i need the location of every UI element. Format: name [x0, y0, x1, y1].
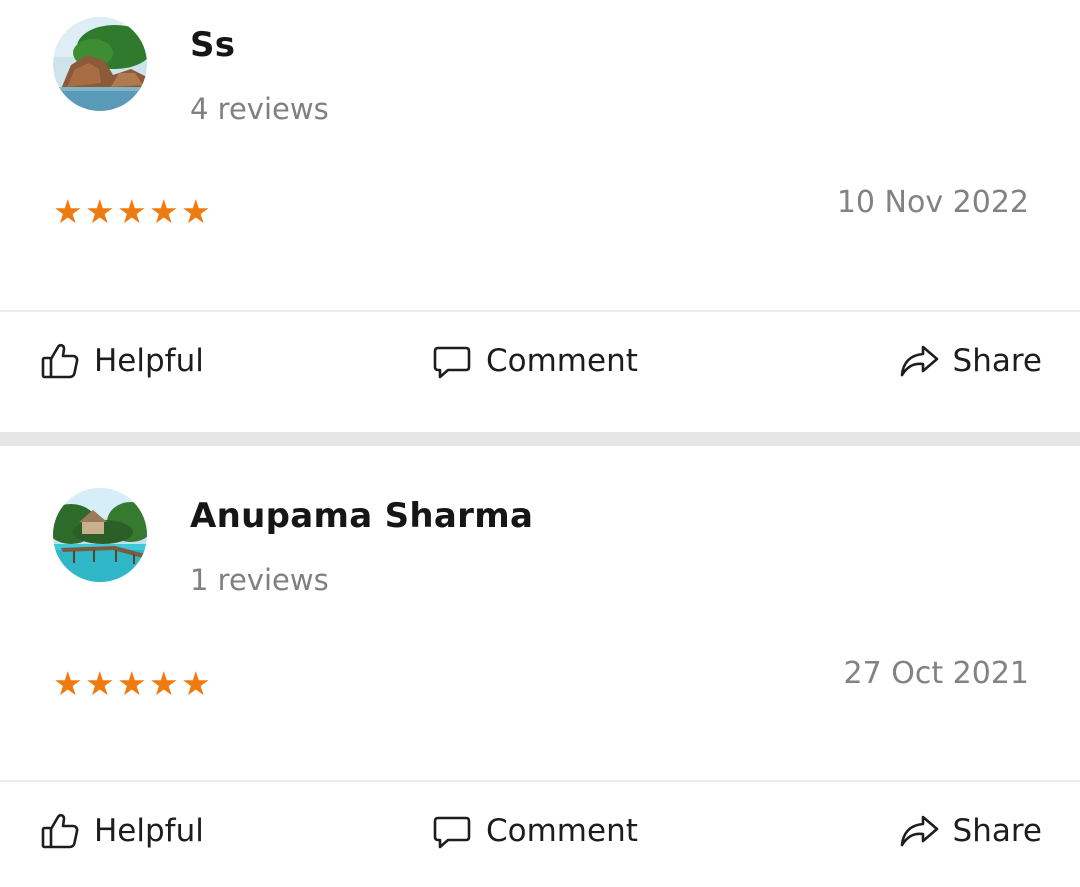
star-icon: ★ — [53, 192, 83, 231]
reviewer-avatar[interactable] — [53, 488, 147, 582]
share-icon — [900, 815, 938, 847]
divider — [0, 310, 1080, 312]
star-rating: ★ ★ ★ ★ ★ — [53, 192, 212, 231]
helpful-label: Helpful — [94, 343, 204, 379]
review-count: 1 reviews — [190, 563, 329, 597]
rocky-beach-avatar — [53, 17, 147, 111]
reviewer-name[interactable]: Anupama Sharma — [190, 496, 533, 536]
review-count: 4 reviews — [190, 92, 329, 126]
star-icon: ★ — [85, 664, 115, 703]
tropical-resort-avatar — [53, 488, 147, 582]
helpful-button[interactable]: Helpful — [40, 786, 204, 876]
reviewer-name[interactable]: Ss — [190, 25, 235, 65]
share-label: Share — [952, 343, 1042, 379]
star-rating: ★ ★ ★ ★ ★ — [53, 664, 212, 703]
star-icon: ★ — [117, 192, 147, 231]
review-actions: Helpful Comment Share — [0, 786, 1080, 876]
comment-icon — [433, 816, 471, 849]
divider — [0, 780, 1080, 782]
reviewer-avatar[interactable] — [53, 17, 147, 111]
share-label: Share — [952, 813, 1042, 849]
review-card: Anupama Sharma 1 reviews ★ ★ ★ ★ ★ 27 Oc… — [0, 446, 1080, 887]
review-date: 27 Oct 2021 — [843, 656, 1029, 691]
share-button[interactable]: Share — [899, 786, 1042, 876]
comment-button[interactable]: Comment — [432, 316, 638, 406]
thumbs-up-icon — [41, 813, 79, 849]
helpful-label: Helpful — [94, 813, 204, 849]
comment-label: Comment — [486, 343, 638, 379]
star-icon: ★ — [181, 664, 211, 703]
thumbs-up-icon — [41, 343, 79, 379]
reviews-list: Ss 4 reviews ★ ★ ★ ★ ★ 10 Nov 2022 Helpf… — [0, 0, 1080, 887]
comment-button[interactable]: Comment — [432, 786, 638, 876]
review-date: 10 Nov 2022 — [836, 185, 1029, 220]
star-icon: ★ — [181, 192, 211, 231]
star-icon: ★ — [149, 192, 179, 231]
share-icon — [900, 345, 938, 377]
star-icon: ★ — [149, 664, 179, 703]
star-icon: ★ — [53, 664, 83, 703]
helpful-button[interactable]: Helpful — [40, 316, 204, 406]
review-card: Ss 4 reviews ★ ★ ★ ★ ★ 10 Nov 2022 Helpf… — [0, 0, 1080, 432]
star-icon: ★ — [85, 192, 115, 231]
card-separator — [0, 432, 1080, 446]
review-actions: Helpful Comment Share — [0, 316, 1080, 406]
comment-icon — [433, 346, 471, 379]
comment-label: Comment — [486, 813, 638, 849]
star-icon: ★ — [117, 664, 147, 703]
share-button[interactable]: Share — [899, 316, 1042, 406]
